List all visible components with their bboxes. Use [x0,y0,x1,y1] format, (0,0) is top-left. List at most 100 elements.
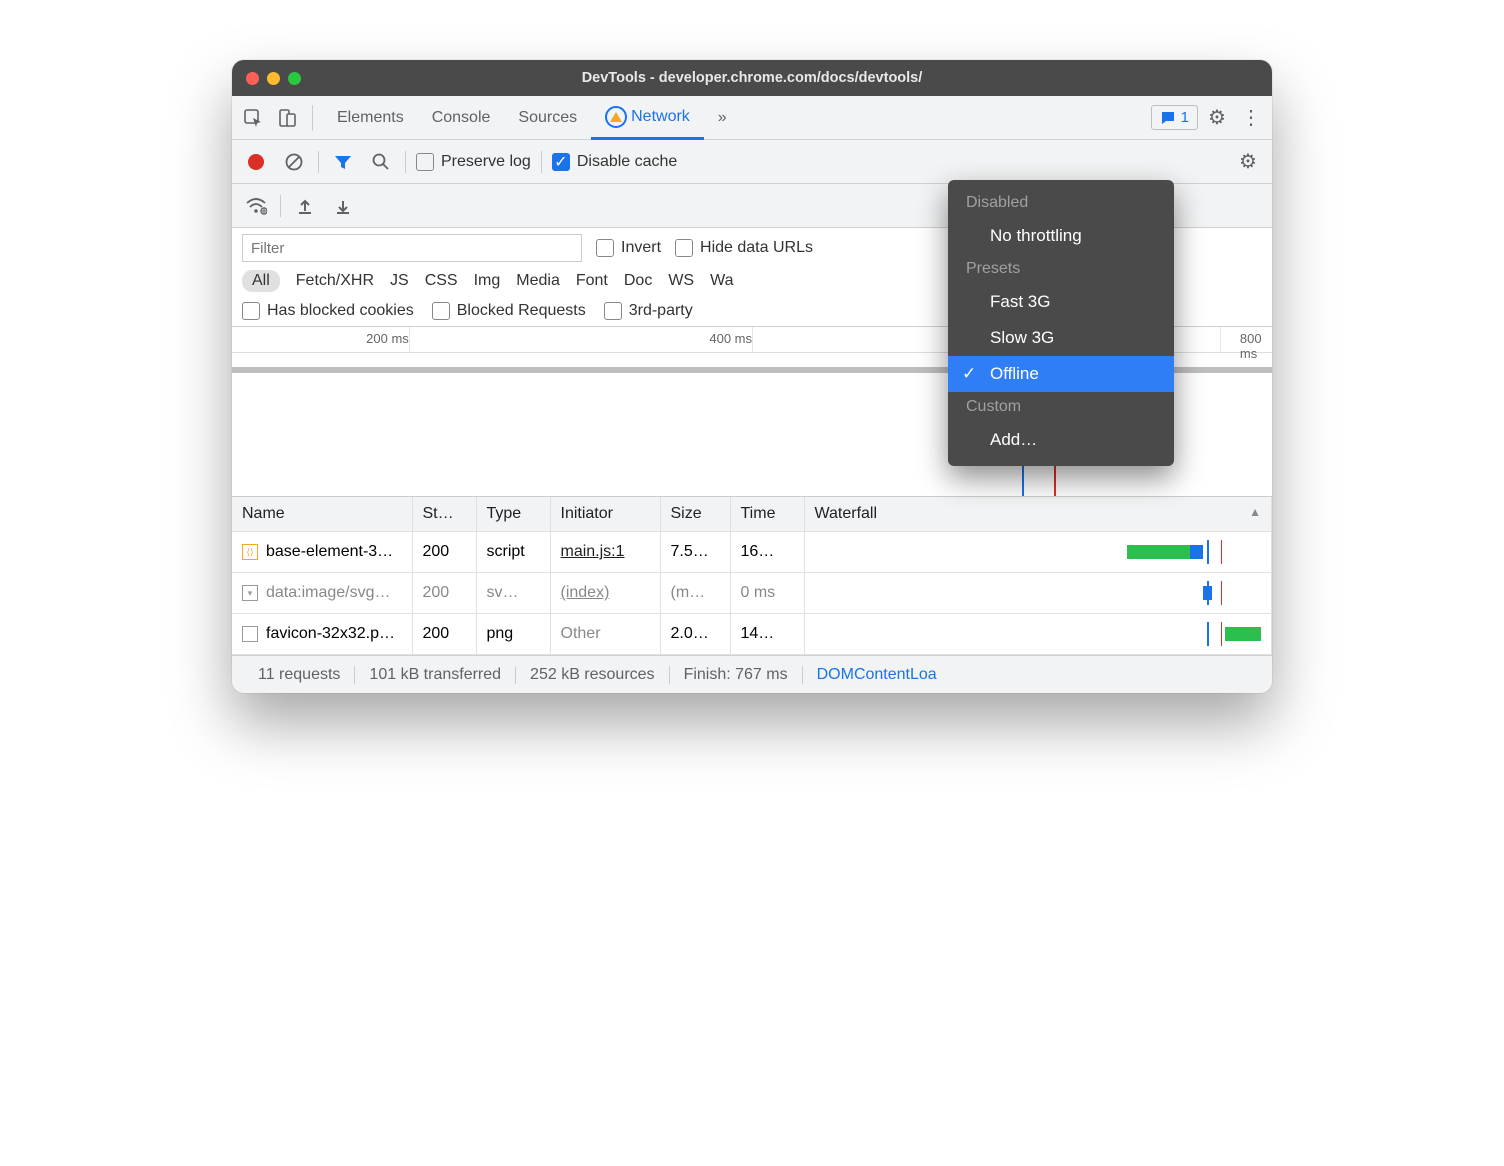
main-tabbar: Elements Console Sources Network » 1 ⚙ ⋮ [232,96,1272,140]
separator [405,151,406,173]
timeline-tick: 200 ms [366,331,409,346]
preserve-log-checkbox[interactable]: Preserve log [416,153,531,171]
chip-css[interactable]: CSS [425,272,458,290]
col-waterfall[interactable]: Waterfall [804,497,1272,532]
cell-type: png [476,614,550,655]
table-row[interactable]: ▾data:image/svg… 200 sv… (index) (m… 0 m… [232,573,1272,614]
chat-icon [1160,110,1176,126]
tab-overflow[interactable]: » [704,96,741,139]
cell-status: 200 [412,614,476,655]
menu-item-add[interactable]: Add… [948,422,1174,458]
menu-group-custom: Custom [948,392,1174,422]
cell-status: 200 [412,532,476,573]
menu-item-no-throttling[interactable]: No throttling [948,218,1174,254]
blocked-requests-checkbox[interactable]: Blocked Requests [432,302,586,320]
chip-js[interactable]: JS [390,272,409,290]
cell-status: 200 [412,573,476,614]
checkbox-icon [604,302,622,320]
status-domcontentloaded: DOMContentLoa [803,666,951,684]
table-row[interactable]: ⟨⟩base-element-3… 200 script main.js:1 7… [232,532,1272,573]
more-button[interactable]: ⋮ [1236,103,1266,133]
cell-time: 0 ms [730,573,804,614]
status-transferred: 101 kB transferred [355,666,516,684]
menu-item-offline[interactable]: Offline [948,356,1174,392]
blocked-requests-label: Blocked Requests [457,302,586,320]
chip-media[interactable]: Media [516,272,560,290]
maximize-icon[interactable] [288,72,301,85]
cell-name: base-element-3… [266,543,393,561]
disable-cache-checkbox[interactable]: ✓ Disable cache [552,153,678,171]
third-party-checkbox[interactable]: 3rd-party [604,302,693,320]
issues-count: 1 [1181,109,1189,126]
waterfall-bar [815,540,1262,564]
hide-data-urls-checkbox[interactable]: Hide data URLs [675,239,813,257]
import-har-button[interactable] [291,192,319,220]
script-file-icon: ⟨⟩ [242,544,258,560]
status-requests: 11 requests [244,666,355,684]
blocked-cookies-checkbox[interactable]: Has blocked cookies [242,302,414,320]
col-time[interactable]: Time [730,497,804,532]
chip-img[interactable]: Img [474,272,501,290]
record-button[interactable] [242,148,270,176]
device-toggle-icon[interactable] [272,103,302,133]
network-toolbar: Preserve log ✓ Disable cache ⚙ [232,140,1272,184]
tab-elements[interactable]: Elements [323,96,418,139]
chip-ws[interactable]: WS [668,272,694,290]
filter-icon [333,152,353,172]
status-finish: Finish: 767 ms [670,666,803,684]
download-icon [334,197,352,215]
col-name[interactable]: Name [232,497,412,532]
inspect-icon[interactable] [238,103,268,133]
issues-badge[interactable]: 1 [1151,105,1198,130]
separator [318,151,319,173]
cell-size: (m… [660,573,730,614]
chip-all[interactable]: All [242,270,280,292]
col-type[interactable]: Type [476,497,550,532]
image-file-icon [242,626,258,642]
tab-console[interactable]: Console [418,96,505,139]
kebab-icon: ⋮ [1241,105,1261,130]
clear-icon [284,152,304,172]
col-size[interactable]: Size [660,497,730,532]
checkbox-icon [596,239,614,257]
cell-initiator[interactable]: (index) [561,584,610,601]
export-har-button[interactable] [329,192,357,220]
invert-checkbox[interactable]: Invert [596,239,661,257]
filter-input[interactable] [242,234,582,262]
cell-initiator[interactable]: main.js:1 [561,543,625,560]
tab-sources[interactable]: Sources [504,96,591,139]
network-settings-button[interactable]: ⚙ [1234,148,1262,176]
chip-wasm[interactable]: Wa [710,272,733,290]
table-row[interactable]: favicon-32x32.p… 200 png Other 2.0… 14… [232,614,1272,655]
chip-doc[interactable]: Doc [624,272,652,290]
cell-type: script [476,532,550,573]
record-icon [248,154,264,170]
search-button[interactable] [367,148,395,176]
filter-toggle[interactable] [329,148,357,176]
col-status[interactable]: St… [412,497,476,532]
chip-font[interactable]: Font [576,272,608,290]
traffic-lights [246,72,301,85]
menu-group-presets: Presets [948,254,1174,284]
network-conditions-button[interactable] [242,192,270,220]
status-resources: 252 kB resources [516,666,670,684]
col-initiator[interactable]: Initiator [550,497,660,532]
tab-network[interactable]: Network [591,97,704,140]
settings-button[interactable]: ⚙ [1202,103,1232,133]
menu-item-slow-3g[interactable]: Slow 3G [948,320,1174,356]
checkbox-checked-icon: ✓ [552,153,570,171]
invert-label: Invert [621,239,661,257]
waterfall-bar [815,581,1262,605]
clear-button[interactable] [280,148,308,176]
upload-icon [296,197,314,215]
close-icon[interactable] [246,72,259,85]
minimize-icon[interactable] [267,72,280,85]
blocked-cookies-label: Has blocked cookies [267,302,414,320]
third-party-label: 3rd-party [629,302,693,320]
cell-initiator: Other [561,625,601,642]
throttling-menu: Disabled No throttling Presets Fast 3G S… [948,180,1174,466]
chip-fetchxhr[interactable]: Fetch/XHR [296,272,374,290]
cell-name: data:image/svg… [266,584,391,602]
tab-network-label: Network [631,108,690,126]
menu-item-fast-3g[interactable]: Fast 3G [948,284,1174,320]
